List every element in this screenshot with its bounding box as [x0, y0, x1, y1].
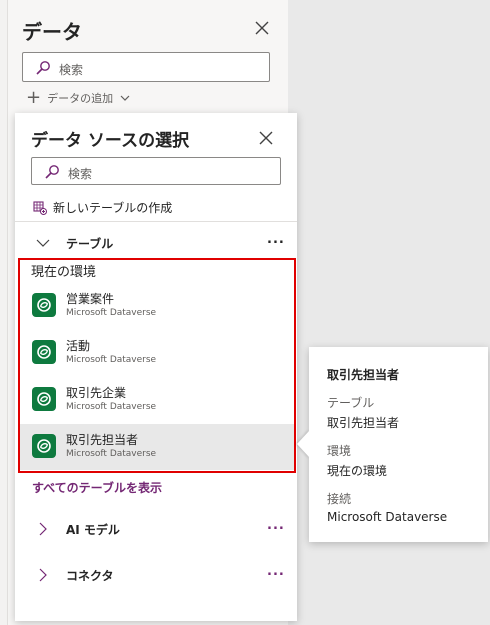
details-connection-value: Microsoft Dataverse: [327, 510, 448, 524]
details-card: 取引先担当者 テーブル 取引先担当者 環境 現在の環境 接続 Microsoft…: [309, 347, 488, 542]
add-data-label: データの追加: [47, 92, 114, 105]
add-data-button[interactable]: + データの追加: [26, 87, 131, 108]
chevron-down-icon: [36, 239, 50, 247]
left-strip: [0, 0, 8, 625]
details-connection-label: 接続: [327, 492, 352, 506]
details-table-label: テーブル: [327, 396, 375, 410]
details-card-pointer: [297, 430, 310, 458]
more-button[interactable]: ...: [267, 518, 285, 533]
table-add-icon: [33, 200, 47, 215]
chevron-right-icon: [39, 568, 47, 582]
more-button[interactable]: ...: [267, 232, 285, 247]
search-placeholder: 検索: [68, 167, 93, 181]
chevron-right-icon: [39, 522, 47, 536]
highlight-box: [18, 258, 296, 473]
details-environment-label: 環境: [327, 444, 352, 458]
close-icon[interactable]: [256, 128, 276, 148]
search-icon: [45, 165, 59, 179]
search-placeholder: 検索: [59, 63, 84, 77]
data-panel-title: データ: [22, 20, 82, 44]
details-environment-value: 現在の環境: [327, 464, 388, 478]
show-all-tables-link[interactable]: すべてのテーブルを表示: [32, 479, 162, 496]
more-button[interactable]: ...: [267, 564, 285, 579]
group-tables[interactable]: テーブル ...: [15, 229, 297, 257]
details-title: 取引先担当者: [327, 368, 400, 382]
group-tables-label: テーブル: [66, 237, 114, 251]
flyout-search-input[interactable]: 検索: [31, 157, 281, 185]
group-connectors-label: コネクタ: [66, 569, 114, 583]
flyout-title: データ ソースの選択: [31, 131, 190, 151]
chevron-down-icon: [120, 95, 130, 101]
plus-icon: +: [26, 87, 42, 108]
data-search-input[interactable]: 検索: [22, 52, 270, 82]
search-icon: [36, 61, 50, 75]
group-connectors[interactable]: コネクタ ...: [15, 561, 297, 589]
divider: [15, 221, 297, 222]
details-table-value: 取引先担当者: [327, 416, 400, 430]
new-table-label: 新しいテーブルの作成: [53, 201, 173, 215]
new-table-button[interactable]: 新しいテーブルの作成: [33, 199, 172, 216]
group-ai-models-label: AI モデル: [66, 523, 120, 537]
close-icon[interactable]: [252, 18, 272, 38]
group-ai-models[interactable]: AI モデル ...: [15, 515, 297, 543]
